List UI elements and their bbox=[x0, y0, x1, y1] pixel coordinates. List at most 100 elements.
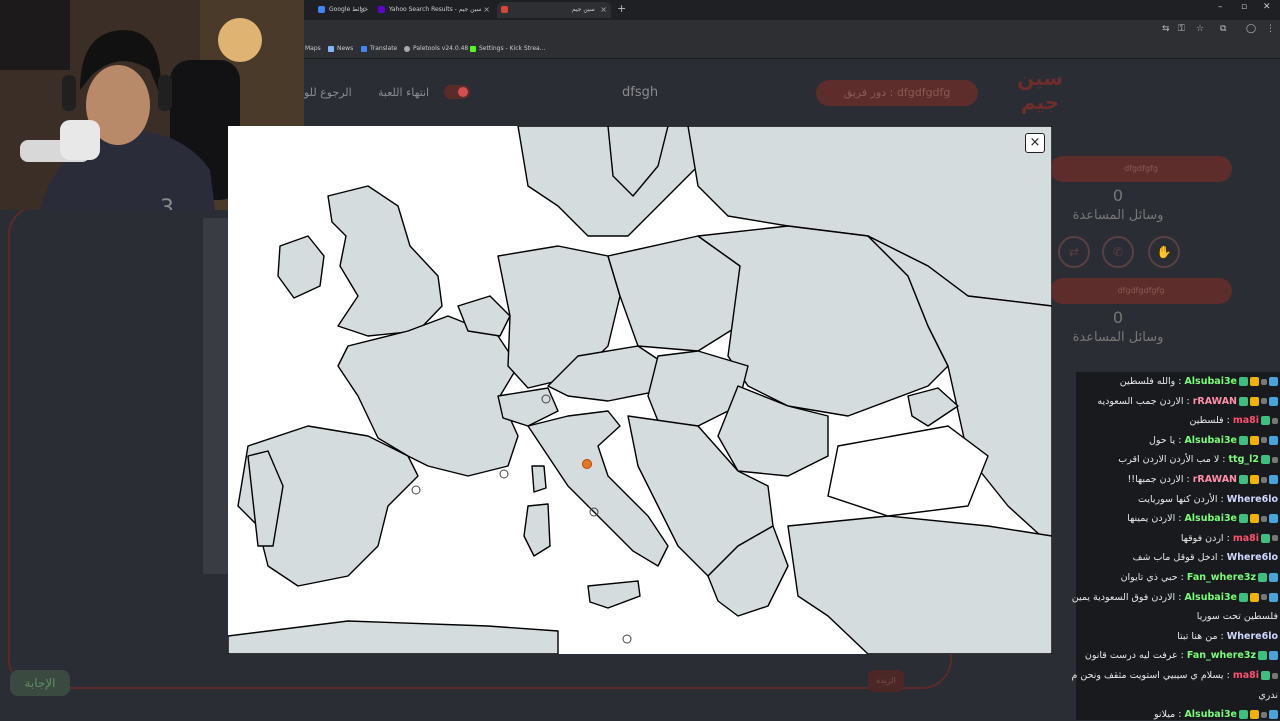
chat-message: Alsubai3e : ميلانو bbox=[1080, 709, 1278, 721]
chat-badge-icon bbox=[1261, 515, 1267, 522]
bookmark-maps[interactable]: Maps bbox=[305, 45, 321, 52]
chat-text: الاردن فوق السعودية يمين bbox=[1071, 591, 1176, 603]
chat-username[interactable]: ma8i bbox=[1233, 415, 1259, 426]
helpers-label-2: وسائل المساعدة bbox=[1072, 330, 1164, 345]
chat-username[interactable]: rRAWAN bbox=[1193, 396, 1237, 407]
chat-message: ma8i : اردن فوقها bbox=[1080, 533, 1278, 545]
chat-username[interactable]: Alsubai3e bbox=[1184, 376, 1237, 387]
chat-username[interactable]: Fan_where3z bbox=[1187, 572, 1256, 583]
small-red-button[interactable]: الزبدة bbox=[868, 670, 904, 692]
chat-message: rRAWAN : الاردن جمبها!! bbox=[1080, 474, 1278, 486]
chat-badge-icon bbox=[1261, 711, 1267, 718]
maximize-icon[interactable]: ▫ bbox=[1241, 2, 1247, 12]
chat-username[interactable]: rRAWAN bbox=[1193, 474, 1237, 485]
chat-badge-icon bbox=[1261, 416, 1270, 426]
chat-username[interactable]: ma8i bbox=[1233, 533, 1259, 544]
selected-marker bbox=[582, 459, 592, 469]
chat-badge-icon bbox=[1272, 535, 1278, 542]
chat-text: لا مب الأردن الاردن اقرب bbox=[1118, 454, 1220, 466]
new-tab-icon[interactable]: + bbox=[617, 2, 626, 15]
helpers-label-1: وسائل المساعدة bbox=[1072, 208, 1164, 223]
tab-seen-jeem[interactable]: سين جيم × bbox=[497, 2, 611, 18]
chat-username[interactable]: ttg_l2 bbox=[1229, 454, 1260, 465]
chat-separator: : bbox=[1219, 454, 1229, 466]
chat-username[interactable]: Where6lo bbox=[1227, 631, 1278, 642]
bookmark-label: Translate bbox=[370, 45, 398, 52]
tab-label: سين جيم bbox=[572, 6, 595, 13]
chat-message: Where6lo : ادخل قوقل ماب شف bbox=[1080, 552, 1278, 564]
window-close-icon[interactable]: ✕ bbox=[1263, 2, 1271, 12]
back-button[interactable]: الرجوع للو bbox=[304, 86, 352, 99]
europe-map[interactable] bbox=[228, 126, 1052, 654]
bookmark-news[interactable]: News bbox=[328, 45, 353, 52]
chat-username[interactable]: Alsubai3e bbox=[1184, 709, 1237, 720]
chat-username[interactable]: Fan_where3z bbox=[1187, 650, 1256, 661]
chat-badge-icon bbox=[1272, 456, 1278, 463]
chat-username[interactable]: Alsubai3e bbox=[1184, 435, 1237, 446]
bookmark-label: Maps bbox=[305, 45, 321, 52]
hand-icon[interactable]: ✋ bbox=[1148, 236, 1180, 268]
chat-text: الاردن يمينها bbox=[1127, 513, 1176, 525]
kick-icon bbox=[470, 45, 476, 52]
chat-badge-icon bbox=[1261, 533, 1270, 543]
tab-yahoo[interactable]: Yahoo Search Results - سين جيم × bbox=[378, 2, 494, 18]
chat-text: الأردن كنها سوريايت bbox=[1138, 493, 1218, 505]
chat-badge-icon bbox=[1269, 435, 1278, 445]
chat-badge-icon bbox=[1250, 514, 1259, 524]
key-icon[interactable]: ⚿ bbox=[1178, 24, 1185, 34]
team-name-2: dfgdfgdfgfg bbox=[1050, 278, 1232, 304]
menu-icon[interactable]: ⋮ bbox=[1266, 24, 1275, 34]
chat-badge-icon bbox=[1269, 592, 1278, 602]
swap-icon[interactable]: ⇄ bbox=[1058, 236, 1090, 268]
chat-message: ندري bbox=[1080, 690, 1278, 702]
chat-username[interactable]: Alsubai3e bbox=[1184, 592, 1237, 603]
chat-badge-icon bbox=[1258, 651, 1267, 661]
chat-message: Fan_where3z : عرفت ليه درست قانون bbox=[1080, 650, 1278, 662]
chat-username[interactable]: ma8i bbox=[1233, 670, 1259, 681]
chat-badge-icon bbox=[1258, 573, 1267, 582]
chat-separator: : bbox=[1223, 532, 1233, 544]
chat-username[interactable]: Where6lo bbox=[1227, 552, 1278, 563]
chat-badge-icon bbox=[1261, 671, 1270, 680]
chat-message: Alsubai3e : الاردن يمينها bbox=[1080, 513, 1278, 525]
profile-icon[interactable]: ◯ bbox=[1246, 24, 1256, 34]
chat-badge-icon bbox=[1250, 396, 1259, 406]
chat-separator: : bbox=[1183, 474, 1193, 485]
chat-text: عرفت ليه درست قانون bbox=[1084, 650, 1178, 662]
translate-bookmark-icon bbox=[361, 45, 367, 52]
chat-badge-icon bbox=[1239, 377, 1248, 386]
close-modal-button[interactable]: × bbox=[1025, 133, 1045, 153]
phone-icon[interactable]: ✆ bbox=[1102, 236, 1134, 268]
chat-badge-icon bbox=[1269, 710, 1278, 720]
chat-badge-icon bbox=[1239, 514, 1248, 524]
chat-badge-icon bbox=[1272, 417, 1278, 424]
answer-button[interactable]: الإجابة bbox=[10, 670, 70, 696]
yahoo-favicon-icon bbox=[378, 6, 385, 13]
tab-close-icon[interactable]: × bbox=[483, 2, 490, 18]
team-score-1: 0 bbox=[1112, 186, 1124, 205]
star-icon[interactable]: ☆ bbox=[1196, 24, 1204, 34]
tab-close-icon[interactable]: × bbox=[600, 2, 607, 18]
chat-separator: : bbox=[1217, 493, 1227, 505]
chat-badge-icon bbox=[1239, 435, 1248, 445]
team-score-2: 0 bbox=[1112, 308, 1124, 327]
chat-username[interactable]: Where6lo bbox=[1227, 494, 1278, 505]
tab-google-maps[interactable]: Google خرائط × bbox=[318, 2, 370, 18]
chat-badge-icon bbox=[1250, 710, 1259, 720]
chat-username[interactable]: Alsubai3e bbox=[1184, 513, 1237, 524]
tab-close-icon[interactable]: × bbox=[359, 2, 366, 18]
chat-text: ادخل قوقل ماب شف bbox=[1132, 552, 1218, 564]
minimize-icon[interactable]: – bbox=[1218, 2, 1223, 12]
chat-badge-icon bbox=[1269, 651, 1278, 661]
extensions-icon[interactable]: ⧉ bbox=[1220, 24, 1226, 34]
end-game-toggle[interactable] bbox=[444, 85, 470, 99]
chat-badge-icon bbox=[1261, 378, 1267, 385]
bookmark-label: News bbox=[337, 45, 354, 52]
map-modal bbox=[228, 126, 1052, 654]
translate-icon[interactable]: ⇆ bbox=[1162, 24, 1170, 34]
seen-jeem-favicon-icon bbox=[501, 6, 508, 13]
bookmark-paletools[interactable]: Paletools v24.0.48 bbox=[404, 45, 468, 52]
bookmark-translate[interactable]: Translate bbox=[361, 45, 397, 52]
chat-badge-icon bbox=[1239, 396, 1248, 406]
bookmark-kick-settings[interactable]: Settings - Kick Strea... bbox=[470, 45, 545, 52]
